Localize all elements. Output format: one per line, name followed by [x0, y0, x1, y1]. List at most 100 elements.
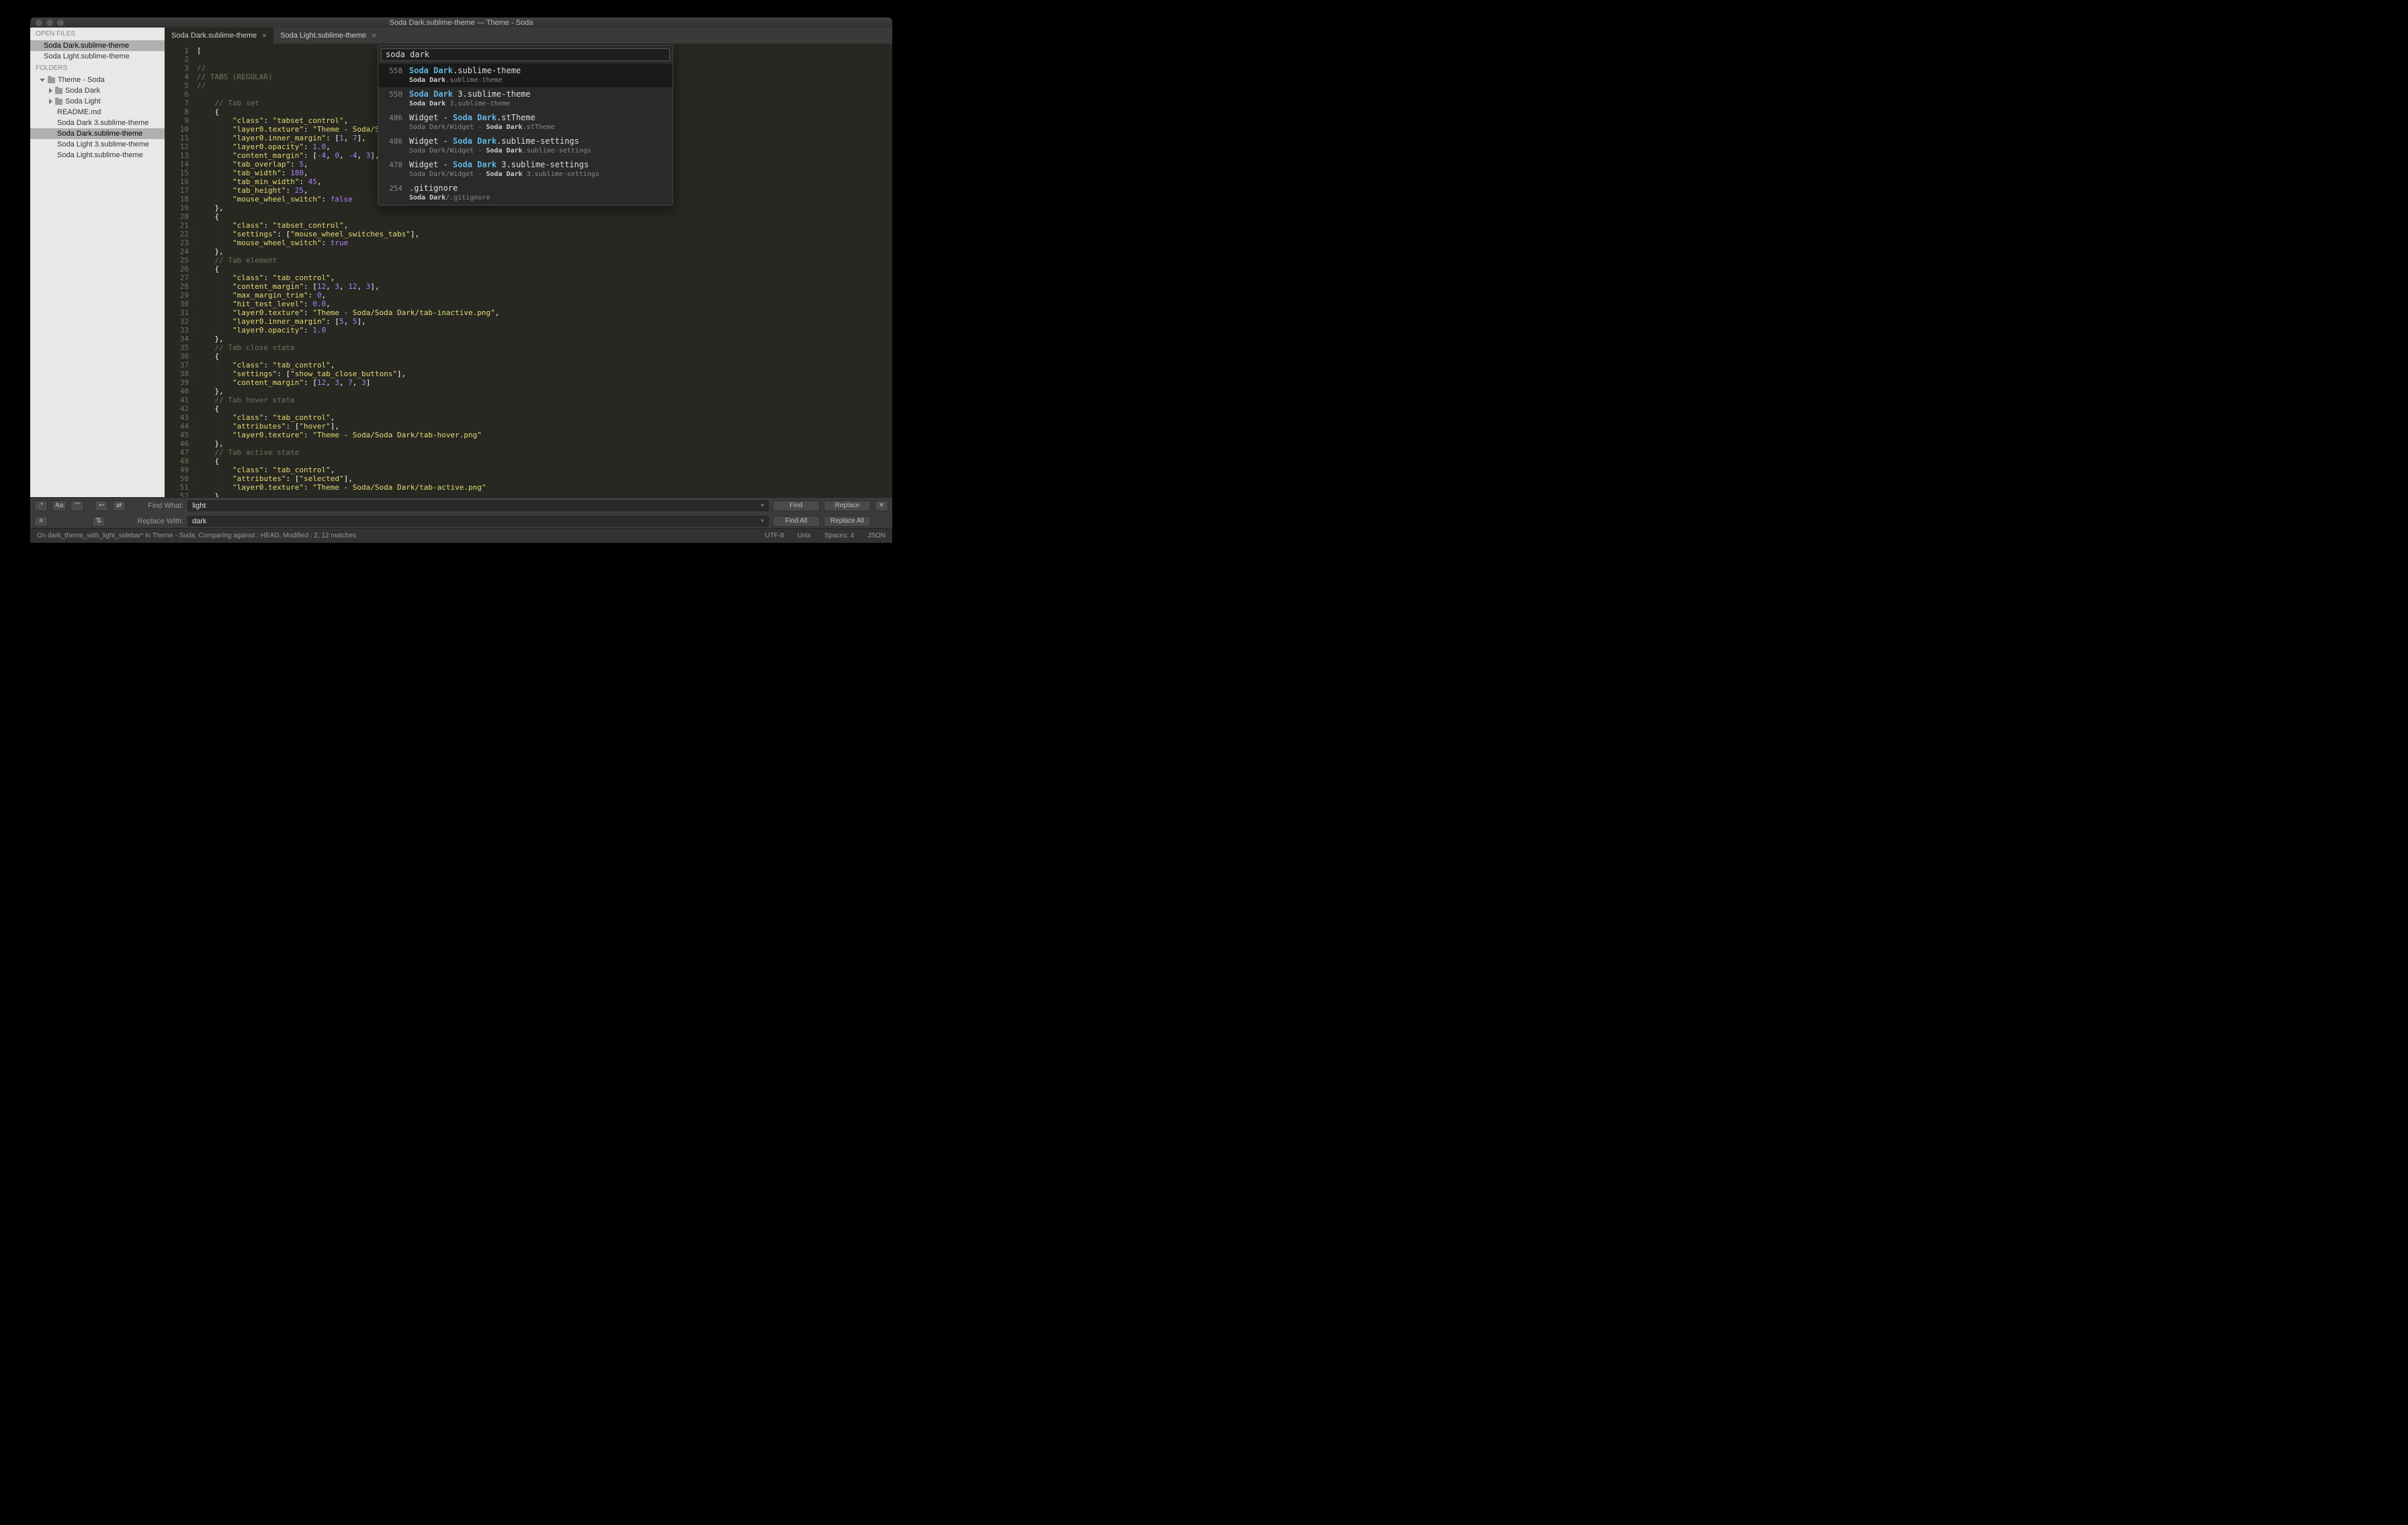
- code-line[interactable]: },: [197, 247, 832, 256]
- goto-subtitle: Soda Dark 3.sublime-theme: [409, 99, 531, 108]
- chevron-down-icon[interactable]: ▾: [761, 502, 764, 509]
- open-file-item[interactable]: Soda Light.sublime-theme: [30, 51, 165, 62]
- code-line[interactable]: },: [197, 387, 832, 396]
- code-line[interactable]: · · "layer0.texture": "Theme - Soda/Soda…: [197, 483, 832, 492]
- sidebar-folder-root[interactable]: Theme - Soda: [30, 75, 165, 85]
- code-line[interactable]: · · "attributes": ["selected"],: [197, 474, 832, 483]
- goto-title: Widget - Soda Dark 3.sublime-settings: [409, 161, 599, 169]
- sidebar-file[interactable]: README.md: [30, 107, 165, 118]
- status-indentation[interactable]: Spaces: 4: [824, 532, 854, 539]
- minimize-window-icon[interactable]: [46, 19, 53, 26]
- status-encoding[interactable]: UTF-8: [765, 532, 783, 539]
- code-line[interactable]: · · "settings": ["mouse_wheel_switches_t…: [197, 230, 832, 238]
- goto-result[interactable]: 254.gitignoreSoda Dark/.gitignore: [378, 181, 673, 205]
- zoom-window-icon[interactable]: [57, 19, 64, 26]
- code-line[interactable]: },: [197, 439, 832, 448]
- find-label: Find What:: [130, 502, 183, 510]
- goto-result[interactable]: 478Widget - Soda Dark 3.sublime-settings…: [378, 158, 673, 181]
- replace-all-button[interactable]: Replace All: [824, 516, 871, 527]
- status-message: On dark_theme_with_light_sidebar* in The…: [37, 532, 356, 539]
- sidebar-file[interactable]: Soda Dark 3.sublime-theme: [30, 118, 165, 128]
- code-line[interactable]: // Tab element: [197, 256, 832, 265]
- code-line[interactable]: {: [197, 352, 832, 361]
- code-line[interactable]: // Tab hover state: [197, 396, 832, 404]
- code-line[interactable]: · · "settings": ["show_tab_close_buttons…: [197, 369, 832, 378]
- editor[interactable]: 1234567891011121314151617181920212223242…: [165, 44, 892, 497]
- code-line[interactable]: },: [197, 492, 832, 497]
- preserve-case-toggle[interactable]: ⇅: [92, 516, 105, 527]
- code-line[interactable]: {: [197, 404, 832, 413]
- code-line[interactable]: · · "layer0.texture": "Theme - Soda/Soda…: [197, 431, 832, 439]
- code-line[interactable]: // Tab close state: [197, 343, 832, 352]
- code-line[interactable]: · · "max_margin_trim": 0,: [197, 291, 832, 300]
- close-window-icon[interactable]: [36, 19, 42, 26]
- sidebar-file[interactable]: Soda Light 3.sublime-theme: [30, 139, 165, 150]
- code-line[interactable]: · · "class": "tab_control",: [197, 361, 832, 369]
- goto-score: 254: [384, 184, 402, 202]
- code-line[interactable]: {: [197, 212, 832, 221]
- disclosure-right-icon: [49, 88, 52, 93]
- in-selection-toggle[interactable]: ⇄: [112, 500, 126, 511]
- code-line[interactable]: · · "content_margin": [12, 3, 12, 3],: [197, 282, 832, 291]
- gutter: 1234567891011121314151617181920212223242…: [165, 44, 194, 497]
- editor-tab[interactable]: Soda Light.sublime-theme ×: [273, 28, 383, 44]
- editor-pane: Soda Dark.sublime-theme×Soda Light.subli…: [165, 28, 892, 497]
- status-syntax[interactable]: JSON: [867, 532, 886, 539]
- goto-score: 486: [384, 114, 402, 132]
- goto-anything-panel: soda dark 558Soda Dark.sublime-themeSoda…: [378, 45, 673, 206]
- folder-icon: [55, 99, 62, 105]
- tab-label: Soda Light.sublime-theme: [280, 32, 366, 40]
- case-toggle[interactable]: Aa: [52, 500, 67, 511]
- tab-label: Soda Dark.sublime-theme: [171, 32, 257, 40]
- code-line[interactable]: · · "attributes": ["hover"],: [197, 422, 832, 431]
- replace-input-value: dark: [192, 517, 206, 525]
- editor-tab[interactable]: Soda Dark.sublime-theme ×: [165, 28, 273, 44]
- replace-input[interactable]: dark ▾: [187, 516, 769, 527]
- chevron-down-icon[interactable]: ▾: [761, 517, 764, 525]
- code-line[interactable]: · · "class": "tab_control",: [197, 413, 832, 422]
- find-input[interactable]: light ▾: [187, 500, 769, 511]
- find-button[interactable]: Find: [773, 500, 820, 511]
- code-line[interactable]: · · "layer0.texture": "Theme - Soda/Soda…: [197, 308, 832, 317]
- folder-icon: [48, 77, 55, 83]
- goto-result[interactable]: 486Widget - Soda Dark.sublime-settingsSo…: [378, 134, 673, 158]
- code-line[interactable]: · · "class": "tab_control",: [197, 273, 832, 282]
- code-line[interactable]: // Tab active state: [197, 448, 832, 457]
- find-all-button[interactable]: Find All: [773, 516, 820, 527]
- folder-label: Theme - Soda: [58, 76, 105, 84]
- close-panel-button[interactable]: ✕: [875, 500, 888, 511]
- code-line[interactable]: · · "layer0.opacity": 1.0: [197, 326, 832, 335]
- close-tab-icon[interactable]: ×: [372, 31, 376, 40]
- sidebar-file[interactable]: Soda Dark.sublime-theme: [30, 128, 165, 139]
- regex-toggle[interactable]: .*: [34, 500, 48, 511]
- status-line-endings[interactable]: Unix: [798, 532, 811, 539]
- code-line[interactable]: {: [197, 265, 832, 273]
- code-line[interactable]: · · "hit_test_level": 0.0,: [197, 300, 832, 308]
- code-line[interactable]: },: [197, 335, 832, 343]
- code-line[interactable]: · · "class": "tabset_control",: [197, 221, 832, 230]
- close-tab-icon[interactable]: ×: [262, 31, 267, 40]
- find-input-value: light: [192, 502, 206, 510]
- goto-title: Widget - Soda Dark.stTheme: [409, 114, 555, 122]
- goto-result[interactable]: 486Widget - Soda Dark.stThemeSoda Dark/W…: [378, 111, 673, 134]
- sidebar-folder[interactable]: Soda Dark: [30, 85, 165, 96]
- open-files-header: OPEN FILES: [30, 28, 165, 40]
- app-window: Soda Dark.sublime-theme — Theme - Soda O…: [30, 17, 892, 543]
- goto-input[interactable]: soda dark: [381, 48, 670, 61]
- goto-result[interactable]: 558Soda Dark.sublime-themeSoda Dark.subl…: [378, 64, 673, 87]
- whole-word-toggle[interactable]: "": [71, 500, 84, 511]
- sidebar-file[interactable]: Soda Light.sublime-theme: [30, 150, 165, 161]
- code-line[interactable]: · · "mouse_wheel_switch": true: [197, 238, 832, 247]
- sidebar-folder[interactable]: Soda Light: [30, 96, 165, 107]
- replace-button[interactable]: Replace: [824, 500, 871, 511]
- open-file-item[interactable]: Soda Dark.sublime-theme: [30, 40, 165, 51]
- highlight-toggle[interactable]: ≡: [34, 516, 48, 527]
- goto-subtitle: Soda Dark/Widget - Soda Dark.sublime-set…: [409, 146, 591, 155]
- wrap-toggle[interactable]: ↩: [95, 500, 108, 511]
- code-line[interactable]: · · "class": "tab_control",: [197, 466, 832, 474]
- code-line[interactable]: · · "layer0.inner_margin": [5, 5],: [197, 317, 832, 326]
- code-line[interactable]: · · "content_margin": [12, 3, 7, 3]: [197, 378, 832, 387]
- minimap[interactable]: [832, 44, 892, 497]
- code-line[interactable]: {: [197, 457, 832, 466]
- goto-result[interactable]: 550Soda Dark 3.sublime-themeSoda Dark 3.…: [378, 87, 673, 111]
